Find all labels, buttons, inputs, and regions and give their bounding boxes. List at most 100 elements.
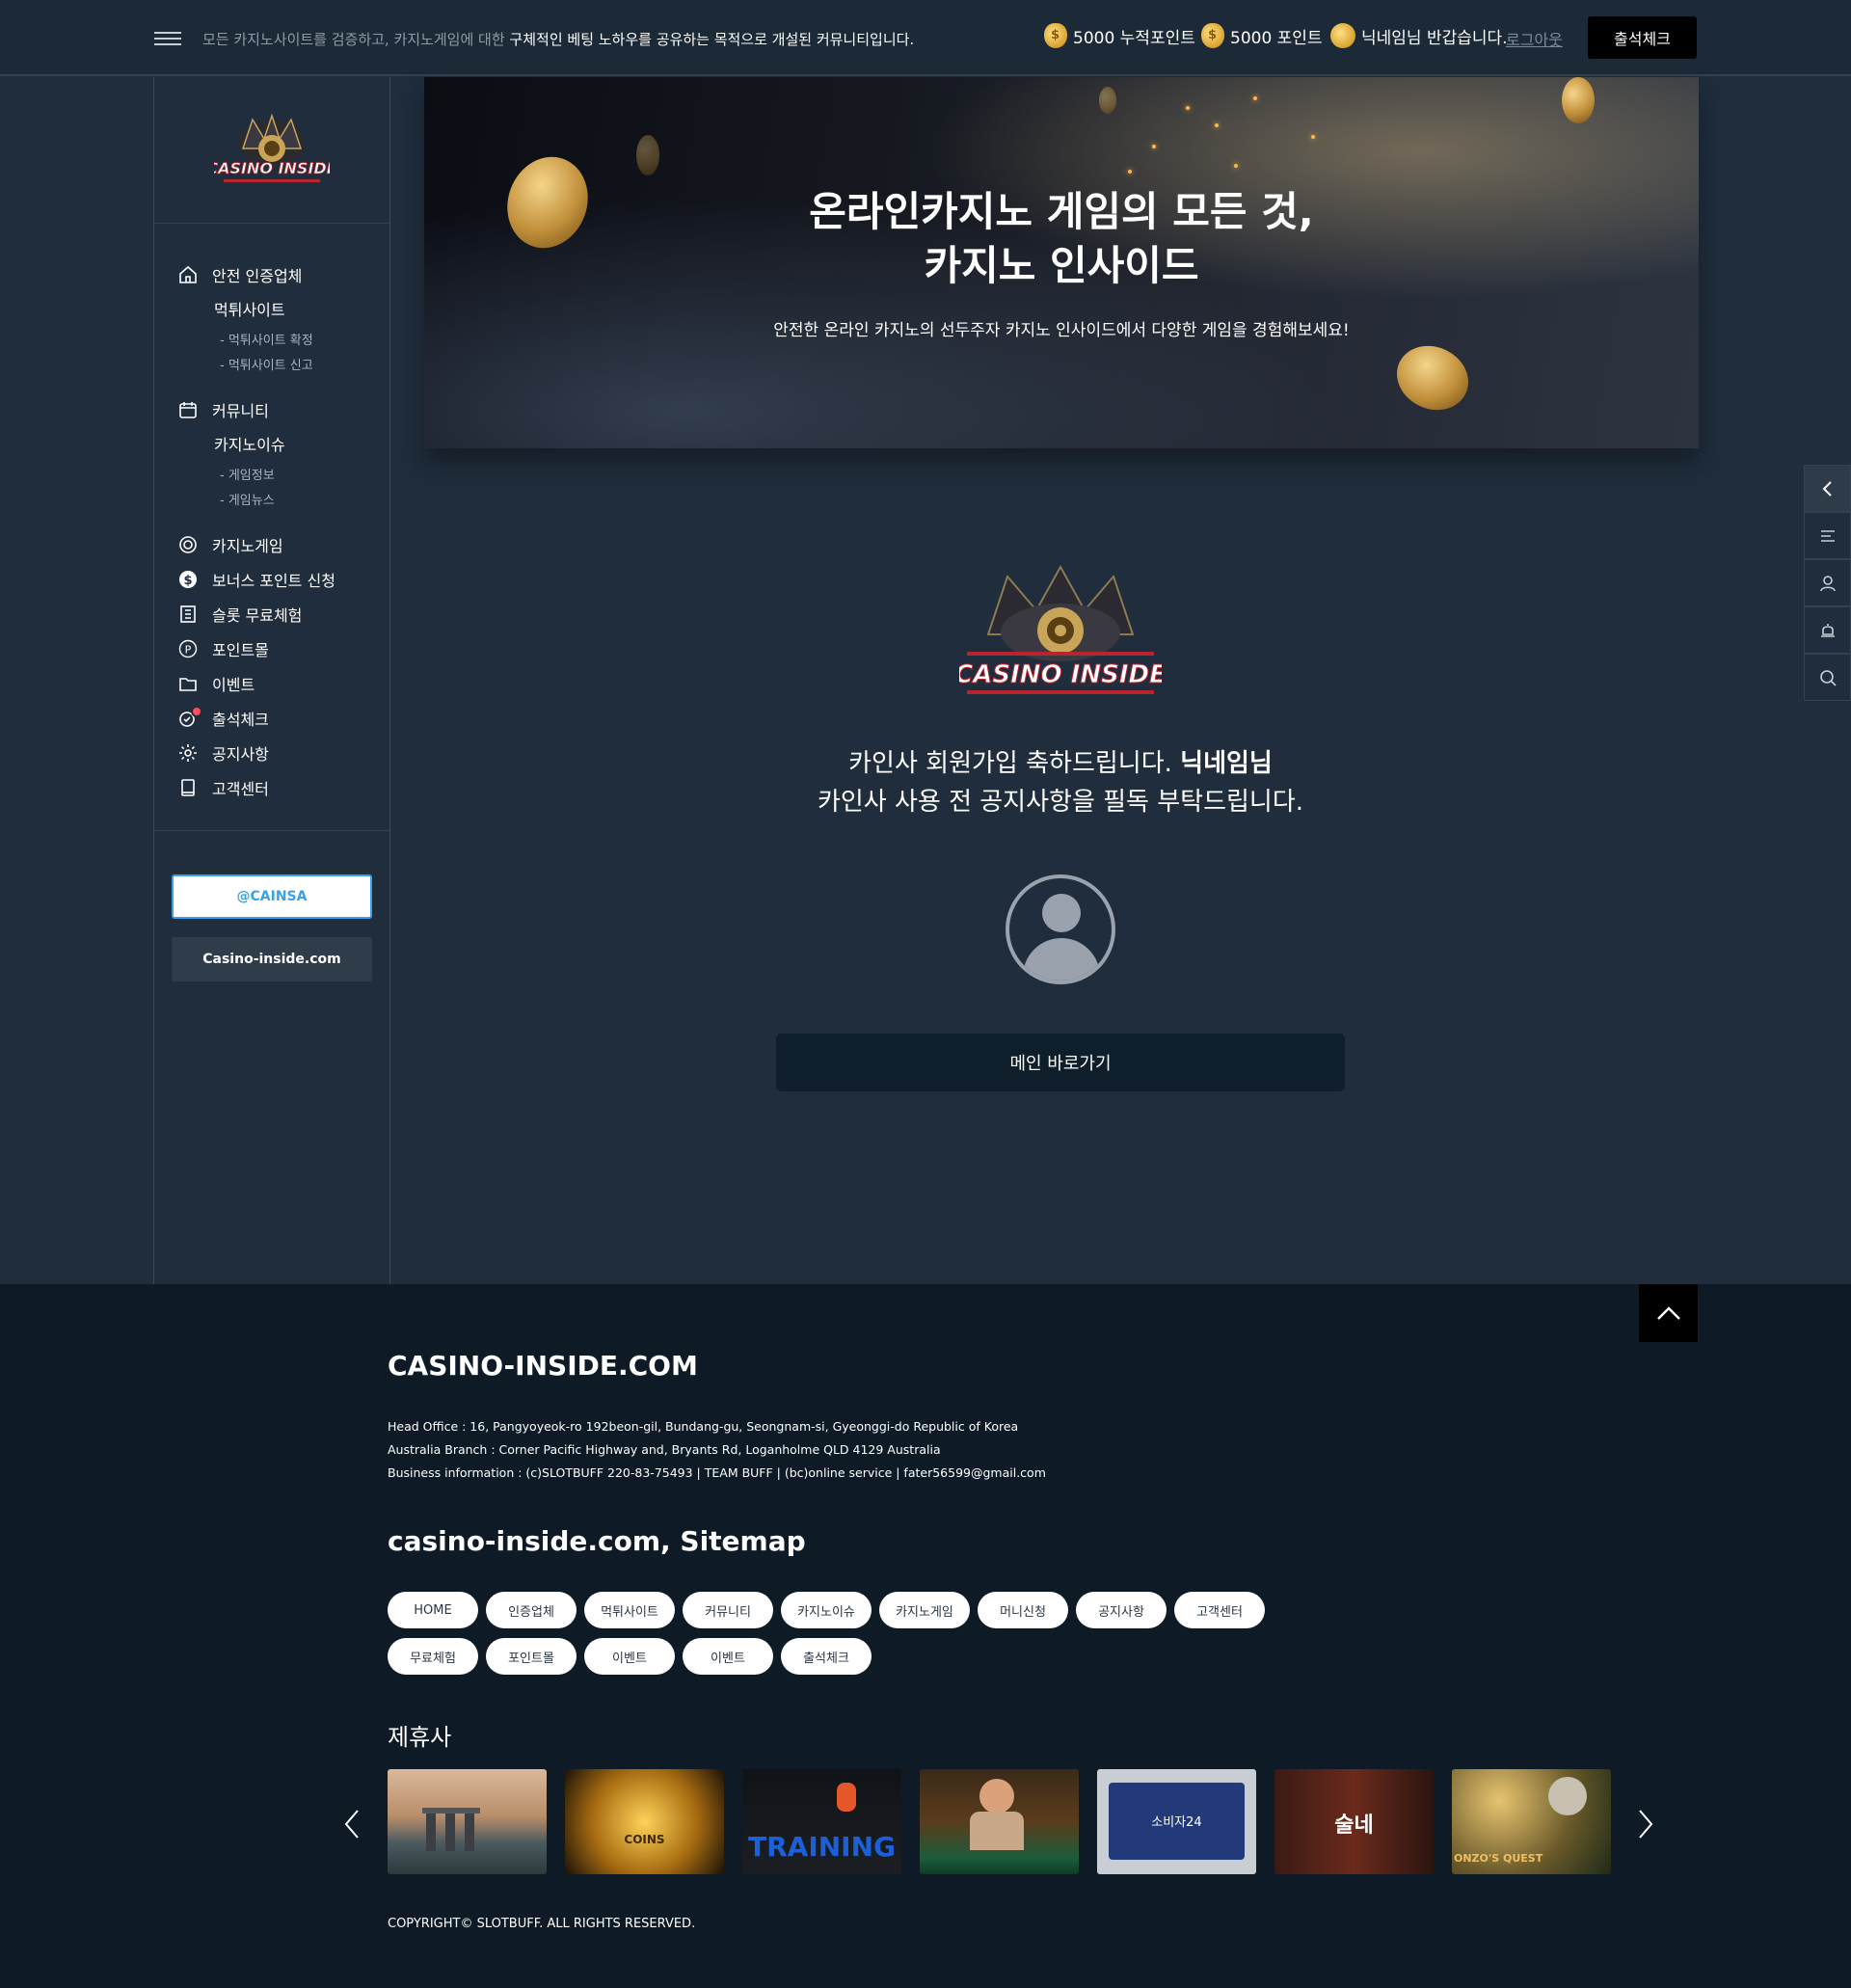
sitemap-link-event[interactable]: 이벤트 [584,1638,675,1675]
nav-label-free-slot: 슬롯 무료체험 [212,606,303,625]
sitemap-link-notice[interactable]: 공지사항 [1076,1592,1167,1628]
chevron-left-icon [344,1810,359,1839]
notification-dot [191,706,202,717]
svg-text:$: $ [183,574,192,588]
partner-label: 술네 [1334,1813,1374,1838]
coin-decoration [636,135,659,175]
avatar-body [1023,938,1100,981]
avatar-head [1042,894,1081,932]
footer-info-line: Head Office : 16, Pangyoyeok-ro 192beon-… [388,1419,1019,1434]
spark-decoration [1311,135,1315,139]
sitemap-link-verified[interactable]: 인증업체 [486,1592,577,1628]
nav-item-free-slot[interactable]: 슬롯 무료체험 [177,603,302,626]
partner-banner-marina-bay[interactable] [388,1769,547,1874]
sitemap-link-support[interactable]: 고객센터 [1174,1592,1265,1628]
hero-banner: 온라인카지노 게임의 모든 것, 카지노 인사이드 안전한 온라인 카지노의 선… [424,77,1699,448]
hamburger-menu-icon[interactable] [154,32,181,45]
nav-label-point-mall: 포인트몰 [212,641,269,659]
partner-banner-consumer24[interactable]: 소비자24 [1097,1769,1256,1874]
carousel-next-button[interactable] [1631,1805,1660,1843]
menu-icon[interactable] [1804,512,1851,559]
partner-label: 소비자24 [1151,1815,1202,1830]
casino-inside-logo[interactable]: CASINO INSIDE [214,110,330,191]
site-tagline: 모든 카지노사이트를 검증하고, 카지노게임에 대한 구체적인 베팅 노하우를 … [202,29,914,49]
hero-subtitle: 안전한 온라인 카지노의 선두주자 카지노 인사이드에서 다양한 게임을 경험해… [773,321,1350,340]
sitemap-link-scam[interactable]: 먹튀사이트 [584,1592,675,1628]
money-bag-icon [1201,23,1224,48]
nav-label-checkin: 출석체크 [212,711,269,729]
user-icon[interactable] [1804,559,1851,606]
nav-label-bonus-point: 보너스 포인트 신청 [212,572,335,590]
nav-label-notice: 공지사항 [212,745,269,764]
footer-brand: CASINO-INSIDE.COM [388,1350,698,1382]
tagline-bold: 구체적인 베팅 노하우를 공유하는 목적으로 개설된 커뮤니티입니다. [509,31,915,48]
nav-item-casino-game[interactable]: 카지노게임 [177,533,283,556]
sitemap-link-casino-game[interactable]: 카지노게임 [879,1592,970,1628]
top-bar: 모든 카지노사이트를 검증하고, 카지노게임에 대한 구체적인 베팅 노하우를 … [0,0,1851,76]
chevron-right-icon [1639,1810,1653,1839]
footer-info-line: Business information : (c)SLOTBUFF 220-8… [388,1465,1046,1480]
chevron-left-icon[interactable] [1804,465,1851,512]
nav-item-support[interactable]: 고객센터 [177,776,269,799]
sidebar-logo-text: CASINO INSIDE [214,159,330,177]
nav-label-support: 고객센터 [212,780,269,798]
coin-decoration [1386,334,1479,422]
avatar [1006,874,1115,984]
partner-banner-training[interactable]: TRAINING [742,1769,901,1874]
accumulated-points-label: 5000 누적포인트 [1073,28,1195,48]
site-domain-button[interactable]: Casino-inside.com [172,937,372,981]
nav-item-community[interactable]: 커뮤니티 [177,398,269,421]
book-icon [177,777,199,798]
sidebar: CASINO INSIDE 안전 인증업체 먹튀사이트 - 먹튀사이트 확정 -… [153,77,390,1284]
spark-decoration [1152,145,1156,148]
sitemap-link-home[interactable]: HOME [388,1592,478,1628]
logout-link[interactable]: 로그아웃 [1506,27,1563,50]
calendar-icon [177,399,199,420]
sitemap-link-free-trial[interactable]: 무료체험 [388,1638,478,1675]
nav-item-verified[interactable]: 안전 인증업체 [177,263,302,286]
nav-item-scam-sites[interactable]: 먹튀사이트 [214,297,285,320]
welcome-logo-text: CASINO INSIDE [959,660,1162,689]
nav-item-casino-issue[interactable]: 카지노이슈 [214,432,285,455]
partner-banner-sulne[interactable]: 술네 [1274,1769,1434,1874]
hero-title: 온라인카지노 게임의 모든 것, 카지노 인사이드 [424,185,1699,293]
partner-banner-coins[interactable]: COINS [565,1769,724,1874]
sitemap-title: casino-inside.com, Sitemap [388,1525,806,1557]
nav-item-point-mall[interactable]: P 포인트몰 [177,637,269,660]
nav-item-game-info[interactable]: - 게임정보 [220,465,275,483]
checkin-button[interactable]: 출석체크 [1588,16,1697,59]
carousel-prev-button[interactable] [337,1805,366,1843]
sitemap-link-checkin[interactable]: 출석체크 [781,1638,872,1675]
chip-icon [177,534,199,555]
nav-item-event[interactable]: 이벤트 [177,672,255,695]
coin-decoration [1562,77,1595,123]
footer-info-line: Australia Branch : Corner Pacific Highwa… [388,1442,941,1457]
floating-quick-menu [1804,465,1851,701]
footer: CASINO-INSIDE.COM Head Office : 16, Pang… [0,1284,1851,1988]
nav-item-game-news[interactable]: - 게임뉴스 [220,490,275,508]
partner-banner-gonzos-quest[interactable]: ONZO'S QUEST [1452,1769,1611,1874]
search-icon[interactable] [1804,654,1851,701]
sitemap-link-casino-issue[interactable]: 카지노이슈 [781,1592,872,1628]
player-figure [837,1783,856,1812]
go-main-button[interactable]: 메인 바로가기 [776,1034,1345,1091]
folder-icon [177,673,199,694]
sitemap-link-community[interactable]: 커뮤니티 [683,1592,773,1628]
nav-label-casino-game: 카지노게임 [212,537,283,555]
nav-item-scam-confirmed[interactable]: - 먹튀사이트 확정 [220,330,313,348]
telegram-button[interactable]: @CAINSA [172,874,372,919]
copyright: COPYRIGHT© SLOTBUFF. ALL RIGHTS RESERVED… [388,1917,696,1931]
sitemap-link-point-mall[interactable]: 포인트몰 [486,1638,577,1675]
nav-item-notice[interactable]: 공지사항 [177,741,269,765]
scroll-to-top-button[interactable] [1639,1284,1698,1342]
sitemap-link-event-2[interactable]: 이벤트 [683,1638,773,1675]
partner-banner-live-dealer[interactable] [920,1769,1079,1874]
chevron-up-icon [1656,1306,1680,1320]
sitemap-link-money[interactable]: 머니신청 [978,1592,1068,1628]
partners-title: 제휴사 [388,1724,452,1751]
bell-icon[interactable] [1804,606,1851,654]
coin-icon [1330,23,1355,48]
nav-item-bonus-point[interactable]: $ 보너스 포인트 신청 [177,568,335,591]
nav-item-scam-report[interactable]: - 먹튀사이트 신고 [220,355,313,373]
nav-label-event: 이벤트 [212,676,255,694]
